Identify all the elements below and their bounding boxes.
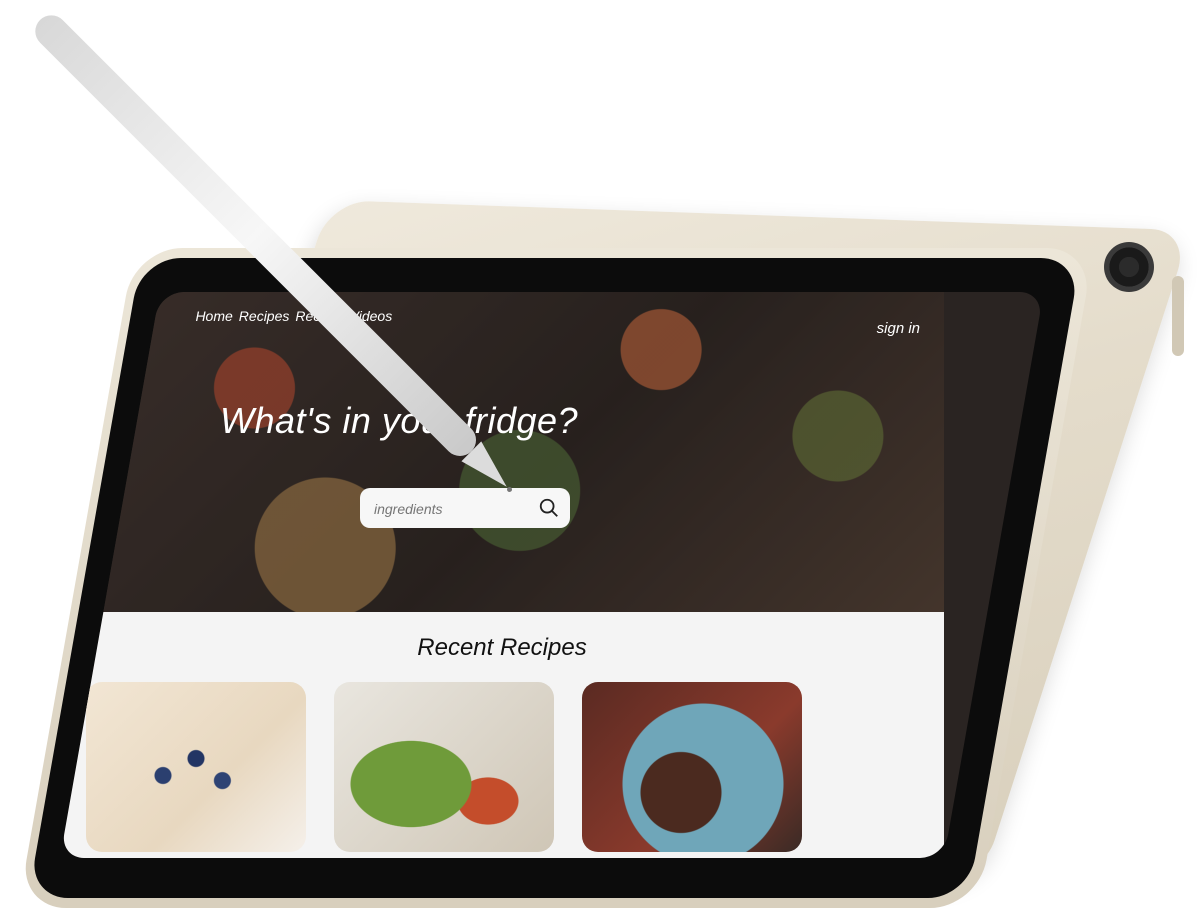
hero-banner: food Home Recipes Recent! Videos sign in… (60, 292, 944, 612)
camera-icon (1104, 242, 1154, 292)
recipe-card-avocado[interactable] (334, 682, 554, 852)
ingredient-search (360, 488, 570, 528)
screen-content: food Home Recipes Recent! Videos sign in… (60, 292, 944, 858)
front-tablet: food Home Recipes Recent! Videos sign in… (18, 248, 1095, 908)
hero-overlay (60, 292, 944, 612)
nav-recent[interactable]: Recent! (295, 308, 343, 324)
search-input[interactable] (372, 496, 536, 522)
search-icon[interactable] (538, 497, 560, 519)
recipe-card-steak[interactable] (582, 682, 802, 852)
nav-videos[interactable]: Videos (350, 308, 393, 324)
nav-home[interactable]: Home (195, 308, 232, 324)
recent-recipes-section: Recent Recipes (60, 612, 944, 858)
nav-recipes[interactable]: Recipes (239, 308, 290, 324)
sign-in-link[interactable]: sign in (877, 320, 920, 337)
recipe-cards (86, 682, 802, 852)
hero-headline: What's in your fridge? (220, 400, 579, 441)
recent-recipes-title: Recent Recipes (417, 634, 587, 661)
recipe-card-blueberry[interactable] (86, 682, 306, 852)
volume-buttons (1172, 276, 1184, 356)
tablet-screen: food Home Recipes Recent! Videos sign in… (60, 292, 1044, 858)
site-logo[interactable]: food (86, 306, 121, 325)
